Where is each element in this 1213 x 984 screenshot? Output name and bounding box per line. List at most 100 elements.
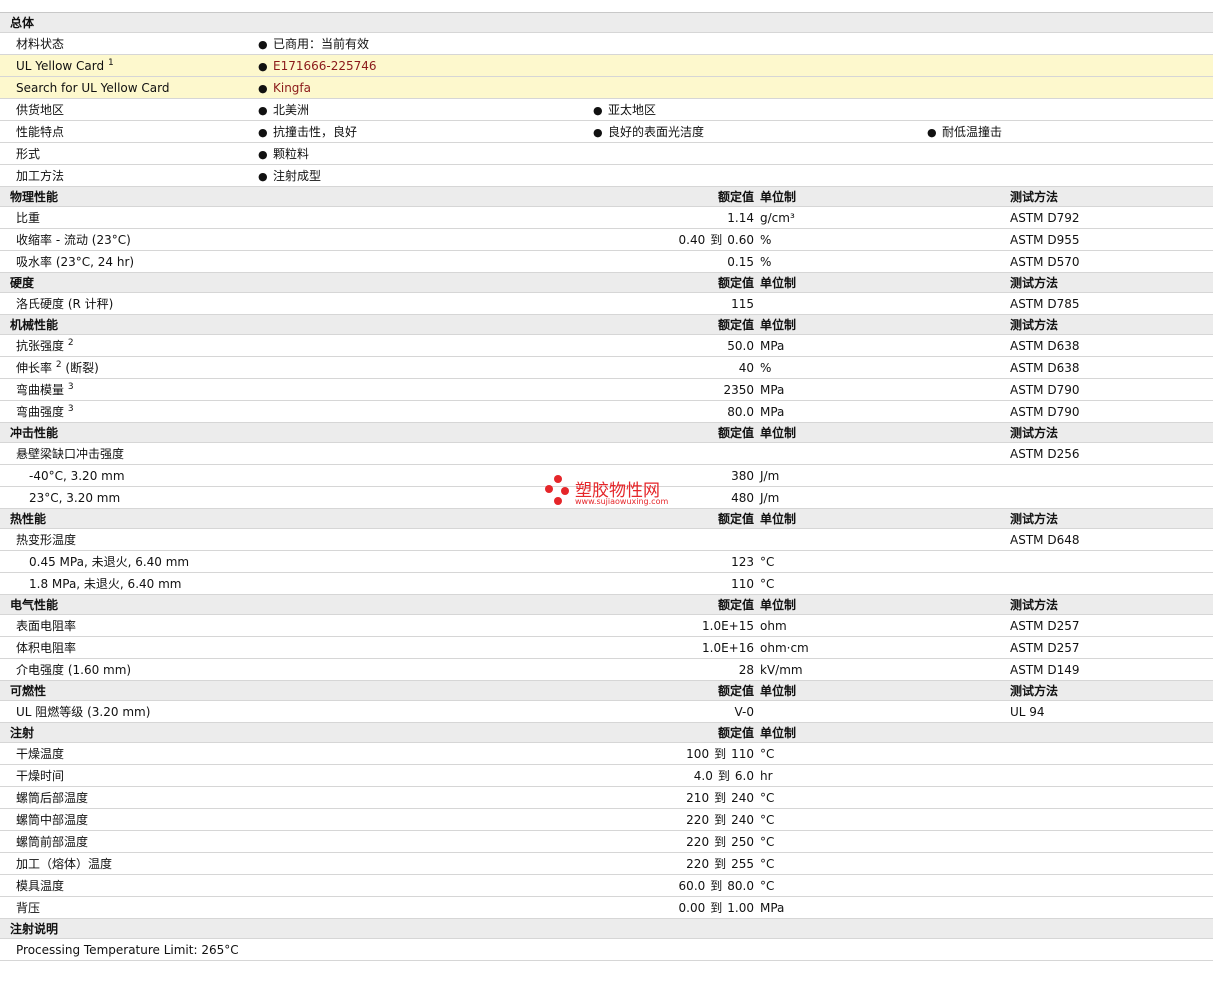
section-general: 总体 [0, 13, 1213, 33]
row-label: 螺筒后部温度 [16, 791, 89, 805]
header-unit: 单位制 [760, 726, 797, 740]
row-rockwell: 洛氏硬度 (R 计秤) 115 ASTM D785 [0, 293, 1213, 315]
section-title: 电气性能 [10, 598, 59, 612]
row-unit: ohm·cm [760, 641, 809, 655]
header-test: 测试方法 [1010, 598, 1059, 612]
row-unit: °C [760, 577, 775, 591]
row-value: 50.0 [727, 339, 754, 353]
row-melt-temp: 加工（熔体）温度 220 到 255 °C [0, 853, 1213, 875]
row-surface-resistivity: 表面电阻率 1.0E+15 ohm ASTM D257 [0, 615, 1213, 637]
row-value-range: 0.00 到 1.00 [678, 901, 754, 915]
row-value: 1.0E+15 [702, 619, 754, 633]
row-value-range: 210 到 240 [686, 791, 754, 805]
row-test: ASTM D570 [1010, 255, 1080, 269]
row-hdt: 热变形温度 ASTM D648 [0, 529, 1213, 551]
row-supply-region: 供货地区 北美洲 亚太地区 [0, 99, 1213, 121]
bullet-value: 已商用：当前有效 [258, 33, 369, 56]
row-value: 40 [738, 361, 754, 375]
row-unit: J/m [760, 469, 780, 483]
row-unit: % [760, 255, 772, 269]
section-title: 机械性能 [10, 318, 59, 332]
row-value: 1.0E+16 [702, 641, 754, 655]
bullet-value: 北美洲 [258, 99, 309, 122]
section-injection: 注射 额定值 单位制 [0, 723, 1213, 743]
row-form: 形式 颗粒料 [0, 143, 1213, 165]
row-value-range: 220 到 255 [686, 857, 754, 871]
watermark-url: www.sujiaowuxing.com [575, 497, 669, 506]
row-label: -40°C, 3.20 mm [29, 469, 125, 483]
row-test: ASTM D955 [1010, 233, 1080, 247]
row-value-range: 100 到 110 [686, 747, 754, 761]
bullet-value: 注射成型 [258, 165, 321, 188]
row-test: ASTM D257 [1010, 619, 1080, 633]
header-nominal: 额定值 [717, 726, 754, 740]
header-nominal: 额定值 [717, 276, 754, 290]
row-hdt-sub: 0.45 MPa, 未退火, 6.40 mm 123 °C [0, 551, 1213, 573]
row-label: 23°C, 3.20 mm [29, 491, 121, 505]
row-volume-resistivity: 体积电阻率 1.0E+16 ohm·cm ASTM D257 [0, 637, 1213, 659]
row-test: ASTM D638 [1010, 361, 1080, 375]
row-label: 洛氏硬度 (R 计秤) [16, 297, 114, 311]
row-unit: g/cm³ [760, 211, 795, 225]
row-unit: °C [760, 879, 775, 893]
row-unit: % [760, 233, 772, 247]
row-label: 抗张强度 2 [16, 338, 74, 354]
logo-dots-icon [545, 475, 571, 505]
row-label: 收缩率 - 流动 (23°C) [16, 233, 131, 247]
row-value: 2350 [723, 383, 754, 397]
row-label: 1.8 MPa, 未退火, 6.40 mm [29, 577, 182, 591]
row-test: UL 94 [1010, 705, 1045, 719]
row-test: ASTM D785 [1010, 297, 1080, 311]
header-unit: 单位制 [760, 426, 797, 440]
row-value: 0.15 [727, 255, 754, 269]
row-drying-time: 干燥时间 4.0 到 6.0 hr [0, 765, 1213, 787]
top-band [0, 0, 1213, 13]
ul-card-link[interactable]: E171666-225746 [258, 55, 377, 78]
row-label: 模具温度 [16, 879, 65, 893]
header-unit: 单位制 [760, 598, 797, 612]
row-label: 0.45 MPa, 未退火, 6.40 mm [29, 555, 190, 569]
section-thermal: 热性能 额定值 单位制 测试方法 [0, 509, 1213, 529]
row-unit: % [760, 361, 772, 375]
row-material-status: 材料状态 已商用：当前有效 [0, 33, 1213, 55]
header-nominal: 额定值 [717, 512, 754, 526]
row-ul-yellow-card: UL Yellow Card 1 E171666-225746 [0, 55, 1213, 77]
section-title: 硬度 [10, 276, 35, 290]
header-unit: 单位制 [760, 318, 797, 332]
row-label: 背压 [16, 901, 41, 915]
row-value: V-0 [734, 705, 754, 719]
row-test: ASTM D648 [1010, 533, 1080, 547]
row-hdt-sub: 1.8 MPa, 未退火, 6.40 mm 110 °C [0, 573, 1213, 595]
ul-search-link[interactable]: Kingfa [258, 77, 311, 100]
header-unit: 单位制 [760, 190, 797, 204]
row-mold-temp: 模具温度 60.0 到 80.0 °C [0, 875, 1213, 897]
bullet-value: 亚太地区 [593, 99, 656, 122]
row-test: ASTM D149 [1010, 663, 1080, 677]
row-label: 体积电阻率 [16, 641, 77, 655]
watermark-logo: 塑胶物性网 www.sujiaowuxing.com [545, 475, 685, 509]
section-title: 注射说明 [10, 922, 59, 936]
section-physical: 物理性能 额定值 单位制 测试方法 [0, 187, 1213, 207]
row-test: ASTM D792 [1010, 211, 1080, 225]
row-specific-gravity: 比重 1.14 g/cm³ ASTM D792 [0, 207, 1213, 229]
row-flexural-strength: 弯曲强度 3 80.0 MPa ASTM D790 [0, 401, 1213, 423]
row-label: 供货地区 [16, 103, 65, 117]
section-title: 可燃性 [10, 684, 47, 698]
section-title: 总体 [10, 16, 35, 30]
bullet-value: 耐低温撞击 [927, 121, 1002, 144]
row-flexural-modulus: 弯曲模量 3 2350 MPa ASTM D790 [0, 379, 1213, 401]
header-test: 测试方法 [1010, 684, 1059, 698]
section-title: 热性能 [10, 512, 47, 526]
header-test: 测试方法 [1010, 318, 1059, 332]
row-unit: kV/mm [760, 663, 803, 677]
row-unit: MPa [760, 405, 785, 419]
row-label: 加工（熔体）温度 [16, 857, 113, 871]
row-front-temp: 螺筒前部温度 220 到 250 °C [0, 831, 1213, 853]
row-label: 干燥时间 [16, 769, 65, 783]
row-value: 123 [731, 555, 754, 569]
row-label: 形式 [16, 147, 41, 161]
bullet-value: 颗粒料 [258, 143, 309, 166]
row-tensile-strength: 抗张强度 2 50.0 MPa ASTM D638 [0, 335, 1213, 357]
row-unit: °C [760, 857, 775, 871]
header-unit: 单位制 [760, 276, 797, 290]
